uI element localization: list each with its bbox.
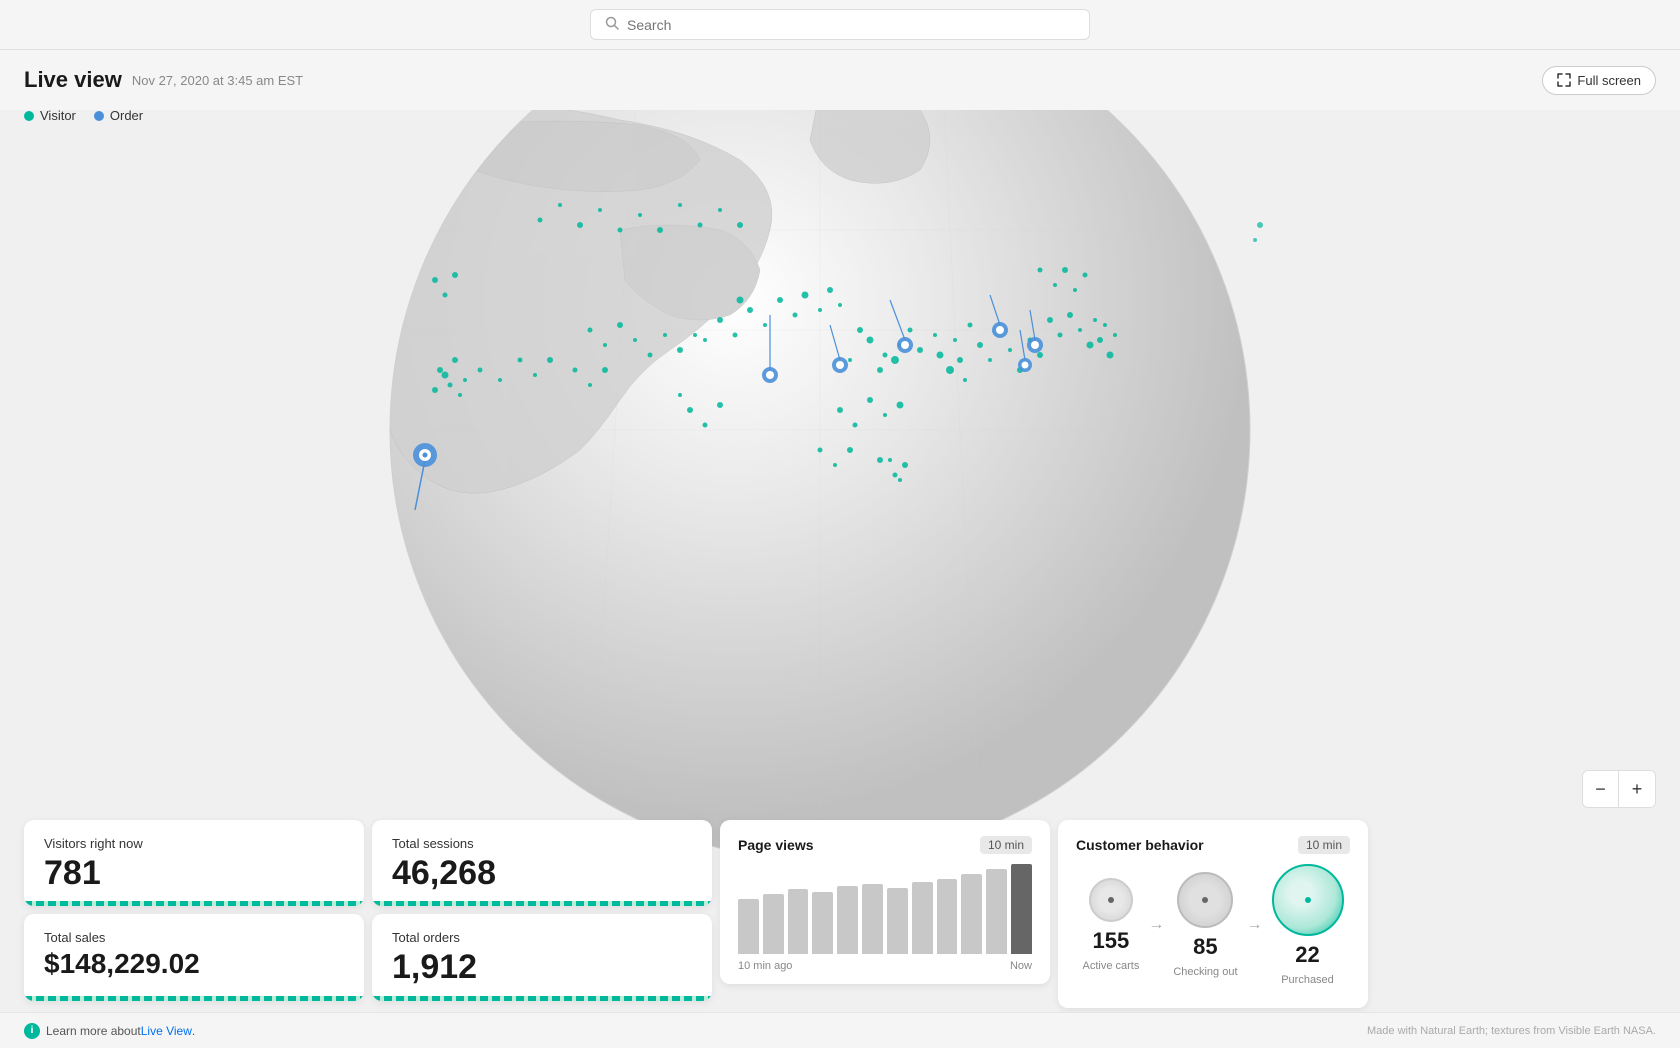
stats-bottom-row: Total sales $148,229.02 Total orders 1,9…: [24, 914, 712, 1000]
arrow-1: →: [1148, 916, 1164, 934]
sessions-card: Total sessions 46,268: [372, 820, 712, 906]
pageviews-chart: [738, 864, 1032, 954]
fullscreen-icon: [1557, 73, 1571, 87]
visitor-label: Visitor: [40, 108, 76, 123]
purchased-dot: [1305, 897, 1311, 903]
pageviews-card: Page views 10 min 10 min ago Now: [720, 820, 1050, 984]
orders-label: Total orders: [392, 930, 692, 945]
checking-out-label: Checking out: [1173, 966, 1237, 978]
checking-out-dot: [1202, 897, 1208, 903]
legend-visitor: Visitor: [24, 108, 76, 123]
active-carts-circle: [1089, 878, 1133, 922]
fullscreen-button[interactable]: Full screen: [1542, 66, 1656, 95]
behavior-circles: 155 Active carts → 85 Checking out → 22 …: [1076, 864, 1350, 986]
sales-bottom-bar: [24, 996, 364, 1001]
stats-row: Visitors right now 781 Total sessions 46…: [0, 820, 1680, 1008]
chart-time-end: Now: [1010, 960, 1032, 972]
footer-period: .: [192, 1024, 195, 1038]
checking-out-value: 85: [1193, 934, 1217, 960]
checking-out-circle: [1177, 872, 1233, 928]
behavior-card: Customer behavior 10 min 155 Active cart…: [1058, 820, 1368, 1008]
behavior-badge: 10 min: [1298, 836, 1350, 854]
orders-card: Total orders 1,912: [372, 914, 712, 1000]
purchased-value: 22: [1295, 942, 1319, 968]
zoom-controls: − +: [1582, 770, 1656, 808]
top-bar: [0, 0, 1680, 50]
purchased-label: Purchased: [1281, 974, 1334, 986]
pageviews-badge: 10 min: [980, 836, 1032, 854]
sales-label: Total sales: [44, 930, 344, 945]
visitors-label: Visitors right now: [44, 836, 344, 851]
minus-label: −: [1595, 779, 1606, 800]
bar-8: [937, 879, 958, 954]
stats-left-grid: Visitors right now 781 Total sessions 46…: [24, 820, 712, 1001]
live-view-link[interactable]: Live View: [141, 1024, 192, 1038]
bar-0: [738, 899, 759, 954]
header: Live view Nov 27, 2020 at 3:45 am EST Fu…: [0, 50, 1680, 110]
checking-out-item: 85 Checking out: [1173, 872, 1237, 978]
zoom-minus-button[interactable]: −: [1583, 771, 1619, 807]
visitors-bottom-bar: [24, 901, 364, 906]
active-carts-label: Active carts: [1082, 960, 1139, 972]
pageviews-header: Page views 10 min: [738, 836, 1032, 854]
purchased-circle: [1272, 864, 1344, 936]
bar-10: [986, 869, 1007, 954]
sales-card: Total sales $148,229.02: [24, 914, 364, 1000]
purchased-item: 22 Purchased: [1272, 864, 1344, 986]
pageviews-title: Page views: [738, 837, 814, 853]
zoom-plus-button[interactable]: +: [1619, 771, 1655, 807]
bar-2: [788, 889, 809, 954]
sessions-label: Total sessions: [392, 836, 692, 851]
bar-3: [812, 892, 833, 954]
active-carts-value: 155: [1093, 928, 1130, 954]
stats-top-row: Visitors right now 781 Total sessions 46…: [24, 820, 712, 906]
bar-11: [1011, 864, 1032, 954]
chart-time-start: 10 min ago: [738, 960, 792, 972]
bar-5: [862, 884, 883, 954]
bar-1: [763, 894, 784, 954]
globe-visualization: [240, 50, 1440, 930]
orders-bottom-bar: [372, 996, 712, 1001]
info-icon: i: [24, 1023, 40, 1039]
behavior-header: Customer behavior 10 min: [1076, 836, 1350, 854]
chart-footer: 10 min ago Now: [738, 960, 1032, 972]
footer-right: Made with Natural Earth; textures from V…: [1367, 1025, 1656, 1037]
search-box[interactable]: [590, 9, 1090, 40]
order-dot: [94, 111, 104, 121]
bar-4: [837, 886, 858, 954]
page-subtitle: Nov 27, 2020 at 3:45 am EST: [132, 73, 303, 88]
behavior-title: Customer behavior: [1076, 837, 1204, 853]
visitors-card: Visitors right now 781: [24, 820, 364, 906]
visitor-dot: [24, 111, 34, 121]
footer: i Learn more about Live View . Made with…: [0, 1012, 1680, 1048]
bar-6: [887, 888, 908, 954]
active-carts-item: 155 Active carts: [1082, 878, 1139, 972]
legend-row: Visitor Order: [24, 108, 143, 123]
footer-text: Learn more about: [46, 1024, 141, 1038]
bar-9: [961, 874, 982, 954]
fullscreen-label: Full screen: [1577, 73, 1641, 88]
search-icon: [605, 16, 619, 33]
search-input[interactable]: [627, 17, 1075, 33]
sales-value: $148,229.02: [44, 949, 344, 980]
orders-value: 1,912: [392, 949, 692, 986]
arrow-2: →: [1247, 916, 1263, 934]
order-label: Order: [110, 108, 143, 123]
sessions-bottom-bar: [372, 901, 712, 906]
active-carts-dot: [1108, 897, 1114, 903]
plus-label: +: [1632, 779, 1643, 800]
page-title: Live view: [24, 67, 122, 93]
legend-order: Order: [94, 108, 143, 123]
sessions-value: 46,268: [392, 855, 692, 892]
visitors-value: 781: [44, 855, 344, 892]
bar-7: [912, 882, 933, 954]
